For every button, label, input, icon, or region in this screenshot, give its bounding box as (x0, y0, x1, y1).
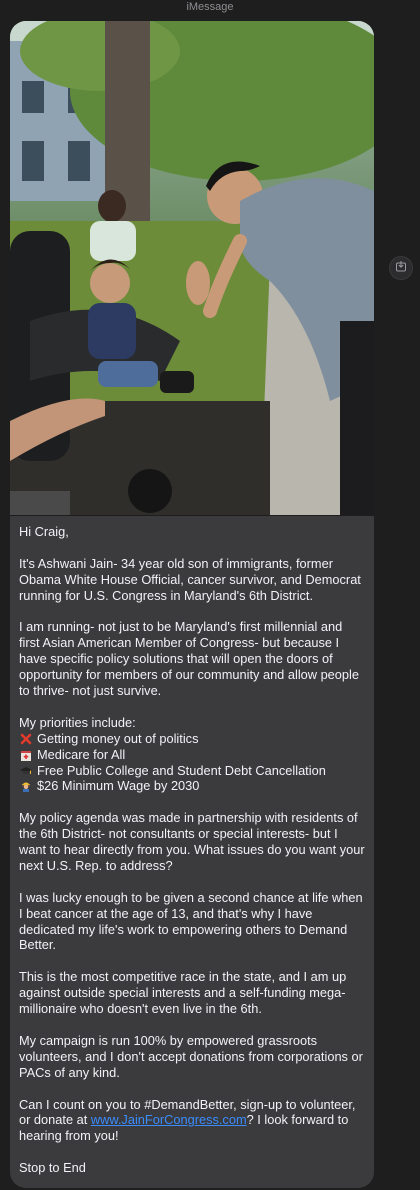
priority-item: $26 Minimum Wage by 2030 (19, 778, 365, 794)
message-photo[interactable] (10, 21, 374, 515)
priorities-header: My priorities include: (19, 714, 136, 730)
priority-item: Medicare for All (19, 747, 365, 763)
priority-text: Getting money out of politics (37, 730, 199, 746)
message-intro: It's Ashwani Jain- 34 year old son of im… (19, 555, 361, 603)
message-running: I am running- not just to be Maryland's … (19, 619, 359, 699)
save-attachment-button[interactable] (389, 256, 413, 280)
campaign-website-link[interactable]: www.JainForCongress.com (91, 1112, 247, 1127)
message-competitive: This is the most competitive race in the… (19, 969, 347, 1017)
priorities-block: My priorities include: Getting money out… (19, 715, 365, 795)
message-bubble[interactable]: Hi Craig, It's Ashwani Jain- 34 year old… (10, 516, 374, 1188)
download-icon (395, 259, 407, 277)
priority-item: Getting money out of politics (19, 731, 365, 747)
priority-text: $26 Minimum Wage by 2030 (37, 778, 200, 794)
worker-icon (19, 779, 33, 793)
hospital-icon (19, 748, 33, 762)
service-label: iMessage (186, 1, 234, 13)
message-lucky: I was lucky enough to be given a second … (19, 889, 363, 953)
priority-text: Free Public College and Student Debt Can… (37, 762, 326, 778)
graduation-cap-icon (19, 764, 33, 778)
message-agenda: My policy agenda was made in partnership… (19, 810, 365, 873)
message-cta: Can I count on you to #DemandBetter, sig… (19, 1097, 365, 1145)
priority-text: Medicare for All (37, 746, 126, 762)
red-x-icon (19, 732, 33, 746)
message-greeting: Hi Craig, (19, 524, 69, 539)
priority-item: Free Public College and Student Debt Can… (19, 763, 365, 779)
message-stop: Stop to End (19, 1160, 86, 1176)
message-campaign: My campaign is run 100% by empowered gra… (19, 1032, 363, 1080)
